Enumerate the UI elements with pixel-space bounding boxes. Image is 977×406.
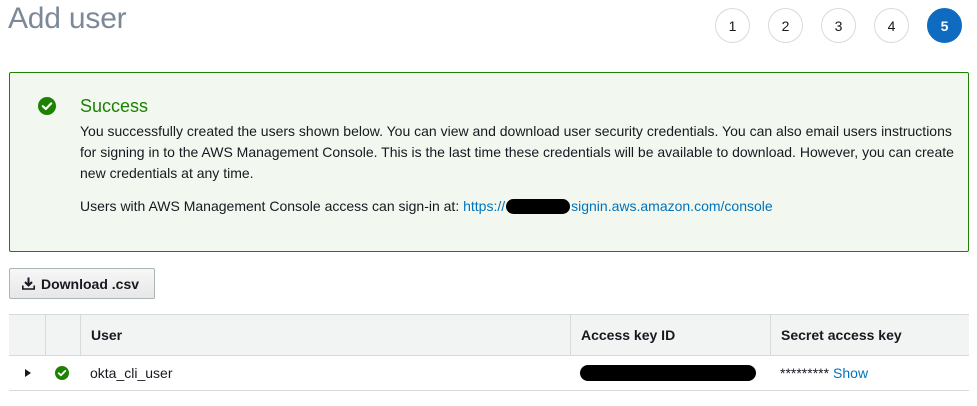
column-header-secret-access-key[interactable]: Secret access key [770, 315, 969, 355]
column-header-status [45, 315, 80, 355]
signin-url-end: signin.aws.amazon.com/console [571, 198, 773, 214]
signin-prefix: Users with AWS Management Console access… [80, 198, 460, 214]
show-secret-link[interactable]: Show [833, 365, 868, 381]
download-csv-button[interactable]: Download .csv [9, 268, 155, 299]
column-header-expand [9, 315, 45, 355]
column-header-access-key-id[interactable]: Access key ID [570, 315, 770, 355]
step-4[interactable]: 4 [874, 8, 909, 43]
user-name-cell: okta_cli_user [90, 365, 173, 381]
step-2[interactable]: 2 [768, 8, 803, 43]
signin-line: Users with AWS Management Console access… [80, 198, 773, 214]
table-header: User Access key ID Secret access key [9, 314, 969, 356]
step-1[interactable]: 1 [715, 8, 750, 43]
success-alert: Success You successfully created the use… [9, 72, 969, 252]
secret-access-key-cell: ********* Show [770, 356, 969, 390]
add-user-page: Add user 1 2 3 4 5 Success You successfu… [0, 0, 977, 406]
caret-right-icon[interactable] [25, 369, 31, 377]
status-cell [45, 356, 80, 390]
download-label: Download .csv [41, 275, 140, 292]
step-3[interactable]: 3 [821, 8, 856, 43]
redacted-access-key-id [580, 365, 756, 381]
signin-url-start: https:// [463, 198, 506, 214]
users-table: User Access key ID Secret access key okt… [9, 314, 969, 391]
column-header-user[interactable]: User [80, 315, 570, 355]
step-5-current[interactable]: 5 [927, 8, 962, 43]
check-circle-icon [38, 97, 56, 115]
expand-cell [9, 356, 45, 390]
alert-title: Success [80, 96, 149, 116]
alert-message: You successfully created the users shown… [80, 123, 954, 181]
page-title: Add user [8, 2, 127, 35]
access-key-id-cell [570, 356, 770, 390]
download-icon [22, 277, 35, 290]
table-row: okta_cli_user ********* Show [9, 356, 969, 391]
signin-url-link[interactable]: https:// signin.aws.amazon.com/console [463, 198, 773, 214]
check-circle-icon [55, 366, 69, 380]
redacted-account-id [506, 199, 571, 214]
wizard-steps: 1 2 3 4 5 [715, 8, 962, 43]
secret-masked-value: ********* [780, 365, 830, 381]
